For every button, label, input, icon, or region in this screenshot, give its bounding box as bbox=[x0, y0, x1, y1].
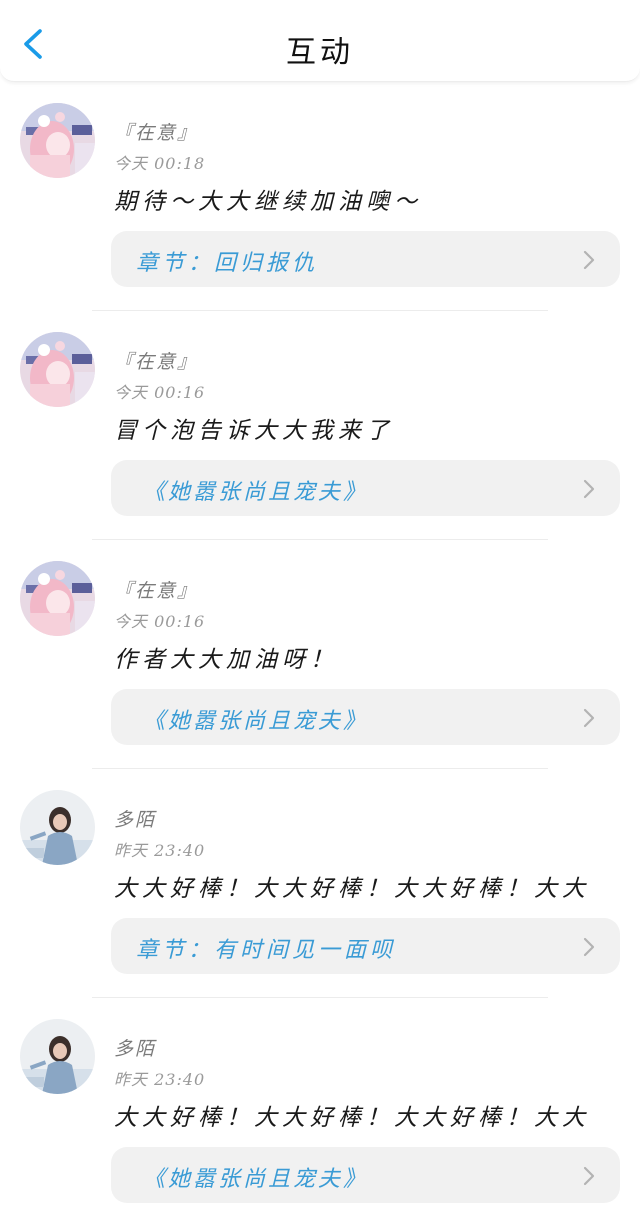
chevron-right-icon bbox=[583, 479, 595, 499]
photo-girl-avatar-icon bbox=[20, 1019, 95, 1094]
username[interactable]: 多陌 bbox=[114, 1034, 156, 1061]
username[interactable]: 『在意』 bbox=[114, 347, 198, 374]
chapter-link-card[interactable]: 章节：回归报仇 bbox=[111, 231, 620, 287]
avatar[interactable] bbox=[20, 103, 95, 178]
username[interactable]: 『在意』 bbox=[114, 118, 198, 145]
book-link-card[interactable]: 《她嚣张尚且宠夫》 bbox=[111, 1147, 620, 1203]
comment-time: 今天 00:16 bbox=[114, 612, 206, 631]
comment-item: 多陌 昨天 23:40 大大好棒！大大好棒！大大好棒！大大 章节：有时间见一面呗 bbox=[0, 769, 640, 998]
avatar[interactable] bbox=[20, 790, 95, 865]
interaction-page: 互动 『在意』 今天 00:18 期待～大大继续加油噢～ 章节：回归报仇 『在意… bbox=[0, 0, 640, 1220]
avatar[interactable] bbox=[20, 561, 95, 636]
chapter-link-label: 章节：有时间见一面呗 bbox=[136, 938, 397, 963]
comment-text: 大大好棒！大大好棒！大大好棒！大大 bbox=[114, 1105, 590, 1131]
comment-text: 大大好棒！大大好棒！大大好棒！大大 bbox=[114, 876, 590, 902]
comment-time: 今天 00:18 bbox=[114, 154, 206, 173]
comment-item: 『在意』 今天 00:18 期待～大大继续加油噢～ 章节：回归报仇 bbox=[0, 82, 640, 311]
chapter-link-label: 章节：回归报仇 bbox=[136, 251, 319, 276]
avatar[interactable] bbox=[20, 1019, 95, 1094]
anime-girl-avatar-icon bbox=[20, 561, 95, 636]
comment-feed: 『在意』 今天 00:18 期待～大大继续加油噢～ 章节：回归报仇 『在意』 今… bbox=[0, 82, 640, 1220]
comment-text: 冒个泡告诉大大我来了 bbox=[114, 418, 394, 444]
comment-item: 『在意』 今天 00:16 冒个泡告诉大大我来了 《她嚣张尚且宠夫》 bbox=[0, 311, 640, 540]
page-title: 互动 bbox=[286, 35, 354, 70]
comment-text: 作者大大加油呀！ bbox=[114, 647, 338, 673]
chevron-right-icon bbox=[583, 937, 595, 957]
chevron-right-icon bbox=[583, 1166, 595, 1186]
comment-time: 今天 00:16 bbox=[114, 383, 206, 402]
book-link-label: 《她嚣张尚且宠夫》 bbox=[143, 1167, 369, 1192]
chapter-link-card[interactable]: 章节：有时间见一面呗 bbox=[111, 918, 620, 974]
username[interactable]: 多陌 bbox=[114, 805, 156, 832]
comment-item: 多陌 昨天 23:40 大大好棒！大大好棒！大大好棒！大大 《她嚣张尚且宠夫》 bbox=[0, 998, 640, 1220]
comment-item: 『在意』 今天 00:16 作者大大加油呀！ 《她嚣张尚且宠夫》 bbox=[0, 540, 640, 769]
avatar[interactable] bbox=[20, 332, 95, 407]
nav-header: 互动 bbox=[0, 0, 640, 82]
anime-girl-avatar-icon bbox=[20, 332, 95, 407]
book-link-card[interactable]: 《她嚣张尚且宠夫》 bbox=[111, 460, 620, 516]
chevron-right-icon bbox=[583, 250, 595, 270]
comment-time: 昨天 23:40 bbox=[114, 841, 206, 860]
photo-girl-avatar-icon bbox=[20, 790, 95, 865]
chevron-right-icon bbox=[583, 708, 595, 728]
comment-time: 昨天 23:40 bbox=[114, 1070, 206, 1089]
book-link-label: 《她嚣张尚且宠夫》 bbox=[143, 480, 369, 505]
book-link-card[interactable]: 《她嚣张尚且宠夫》 bbox=[111, 689, 620, 745]
anime-girl-avatar-icon bbox=[20, 103, 95, 178]
username[interactable]: 『在意』 bbox=[114, 576, 198, 603]
comment-text: 期待～大大继续加油噢～ bbox=[114, 189, 422, 215]
book-link-label: 《她嚣张尚且宠夫》 bbox=[143, 709, 369, 734]
